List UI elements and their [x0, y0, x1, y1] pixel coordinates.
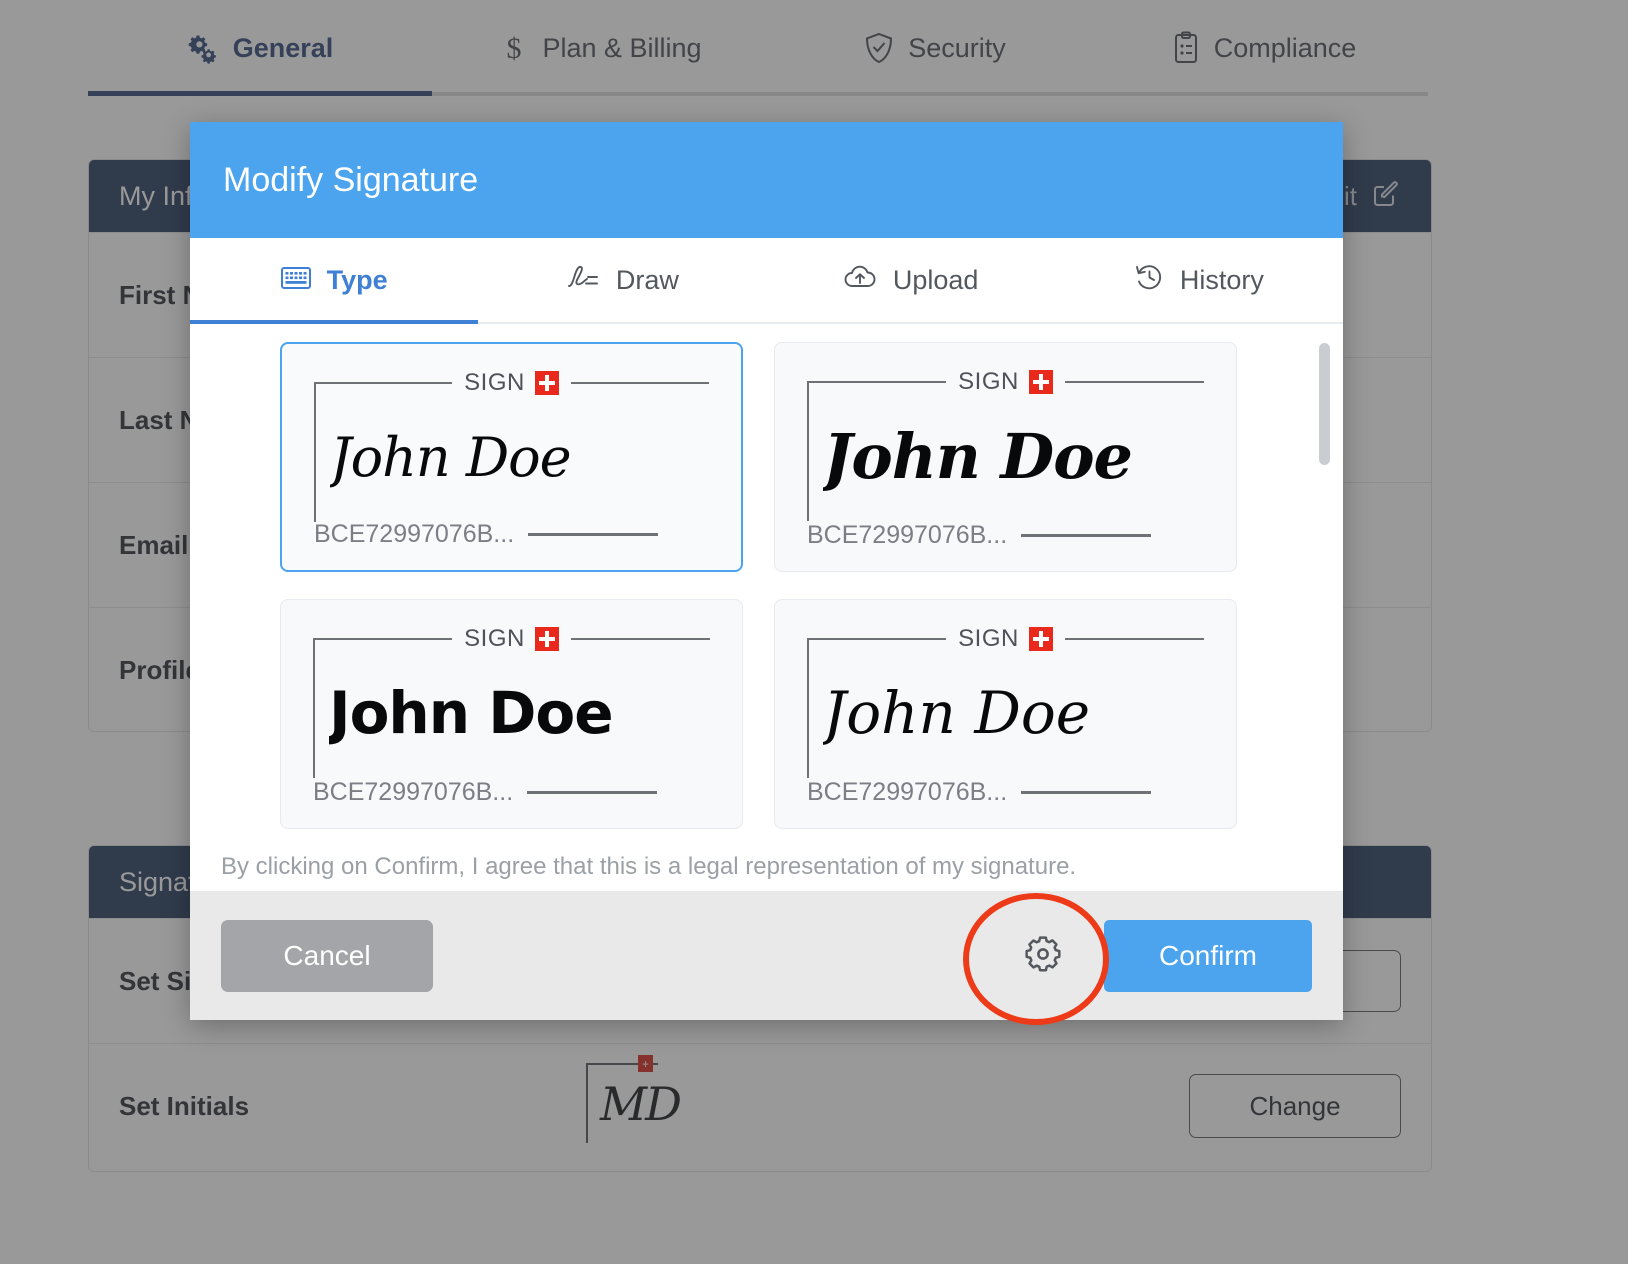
signature-bracket — [807, 381, 809, 521]
signature-option-3-bottom: BCE72997076B... — [313, 780, 710, 804]
rule-left — [807, 381, 946, 383]
dialog-scrollbar-thumb[interactable] — [1319, 343, 1330, 465]
swiss-cross-badge-icon — [1029, 370, 1053, 394]
rule-right — [1065, 638, 1204, 640]
dialog-footer: Cancel Confirm — [190, 891, 1343, 1020]
signature-option-4-bottom: BCE72997076B... — [807, 780, 1204, 804]
dialog-tab-history-label: History — [1180, 265, 1264, 296]
dialog-tab-history[interactable]: History — [1055, 238, 1343, 322]
signature-options-grid: SIGN John Doe BCE72997076B... S — [280, 342, 1303, 829]
rule-left — [313, 638, 452, 640]
dialog-tab-type[interactable]: Type — [190, 238, 478, 322]
dialog-tab-upload[interactable]: Upload — [767, 238, 1055, 322]
rule-bottom — [528, 533, 658, 536]
signature-preview-text: John Doe — [329, 658, 718, 768]
cancel-button[interactable]: Cancel — [221, 920, 433, 992]
dialog-footer-actions: Confirm — [1020, 920, 1312, 992]
dialog-header: Modify Signature — [190, 122, 1343, 238]
gear-icon — [1023, 934, 1063, 977]
modify-signature-dialog: Modify Signature — [190, 122, 1343, 1020]
signature-hash: BCE72997076B... — [807, 778, 1007, 807]
cloud-upload-icon — [843, 264, 877, 297]
app-root: General $ Plan & Billing Security — [0, 0, 1628, 1264]
rule-right — [571, 638, 710, 640]
dialog-tab-draw-label: Draw — [616, 265, 679, 296]
dialog-tabbar: Type Draw — [190, 238, 1343, 324]
settings-gear-button[interactable] — [1020, 933, 1066, 979]
sign-label: SIGN — [946, 368, 1029, 396]
rule-bottom — [527, 791, 657, 794]
swiss-cross-badge-icon — [535, 371, 559, 395]
signature-option-4-top: SIGN — [807, 628, 1204, 650]
rule-left — [807, 638, 946, 640]
signature-option-2-bottom: BCE72997076B... — [807, 523, 1204, 547]
signature-hash: BCE72997076B... — [807, 521, 1007, 550]
keyboard-icon — [281, 265, 311, 296]
sign-label: SIGN — [452, 625, 535, 653]
signature-option-2[interactable]: SIGN John Doe BCE72997076B... — [774, 342, 1237, 572]
dialog-title: Modify Signature — [223, 161, 478, 200]
signature-preview-text: John Doe — [330, 402, 717, 512]
sign-label: SIGN — [452, 369, 535, 397]
signature-option-4[interactable]: SIGN John Doe BCE72997076B... — [774, 599, 1237, 829]
signature-bracket — [313, 638, 315, 778]
signature-bracket — [807, 638, 809, 778]
signature-hash: BCE72997076B... — [314, 520, 514, 549]
signature-icon — [566, 264, 600, 297]
signature-option-2-top: SIGN — [807, 371, 1204, 393]
dialog-tab-upload-label: Upload — [893, 265, 979, 296]
rule-right — [571, 382, 709, 384]
dialog-tab-type-label: Type — [327, 265, 388, 296]
clock-rewind-icon — [1134, 263, 1164, 298]
rule-bottom — [1021, 534, 1151, 537]
confirm-button[interactable]: Confirm — [1104, 920, 1312, 992]
signature-option-1-bottom: BCE72997076B... — [314, 522, 709, 546]
dialog-body: SIGN John Doe BCE72997076B... S — [190, 324, 1343, 891]
signature-option-1-top: SIGN — [314, 372, 709, 394]
sign-label: SIGN — [946, 625, 1029, 653]
dialog-tab-draw[interactable]: Draw — [478, 238, 766, 322]
signature-option-1[interactable]: SIGN John Doe BCE72997076B... — [280, 342, 743, 572]
rule-bottom — [1021, 791, 1151, 794]
legal-disclaimer: By clicking on Confirm, I agree that thi… — [221, 853, 1076, 881]
signature-preview-text: John Doe — [823, 658, 1212, 768]
signature-bracket — [314, 382, 316, 522]
signature-option-3-top: SIGN — [313, 628, 710, 650]
signature-option-3[interactable]: SIGN John Doe BCE72997076B... — [280, 599, 743, 829]
rule-right — [1065, 381, 1204, 383]
swiss-cross-badge-icon — [535, 627, 559, 651]
swiss-cross-badge-icon — [1029, 627, 1053, 651]
rule-left — [314, 382, 452, 384]
signature-hash: BCE72997076B... — [313, 778, 513, 807]
signature-preview-text: John Doe — [823, 401, 1212, 511]
